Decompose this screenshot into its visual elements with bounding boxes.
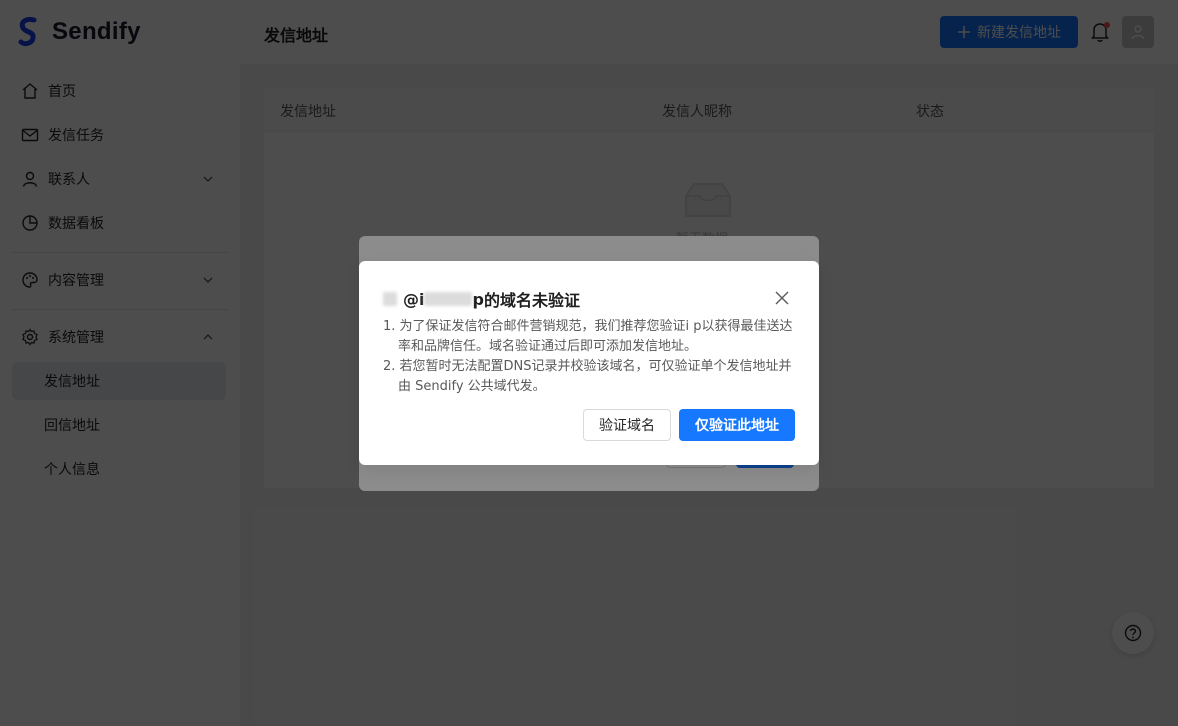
domain-unverified-dialog: @i p 的域名未验证 1. 为了保证发信符合邮件营销规范，我们推荐您验证i p… bbox=[359, 261, 819, 465]
dialog-body-line-1: 1. 为了保证发信符合邮件营销规范，我们推荐您验证i p以获得最佳送达率和品牌信… bbox=[383, 319, 793, 354]
dialog-body: 1. 为了保证发信符合邮件营销规范，我们推荐您验证i p以获得最佳送达率和品牌信… bbox=[383, 317, 795, 397]
dialog-title: @i p 的域名未验证 bbox=[383, 287, 580, 311]
redacted-text bbox=[424, 292, 473, 306]
verify-domain-button[interactable]: 验证域名 bbox=[583, 409, 671, 441]
dialog-title-prefix: @i bbox=[403, 289, 425, 309]
dialog-body-line-2: 2. 若您暂时无法配置DNS记录并校验该域名，可仅验证单个发信地址并由 Send… bbox=[383, 359, 792, 394]
dialog-title-suffix: 的域名未验证 bbox=[483, 291, 580, 310]
redacted-text bbox=[383, 292, 397, 306]
verify-address-only-button[interactable]: 仅验证此地址 bbox=[679, 409, 795, 441]
dialog-title-mid: p bbox=[472, 289, 484, 309]
close-icon[interactable] bbox=[773, 289, 791, 307]
